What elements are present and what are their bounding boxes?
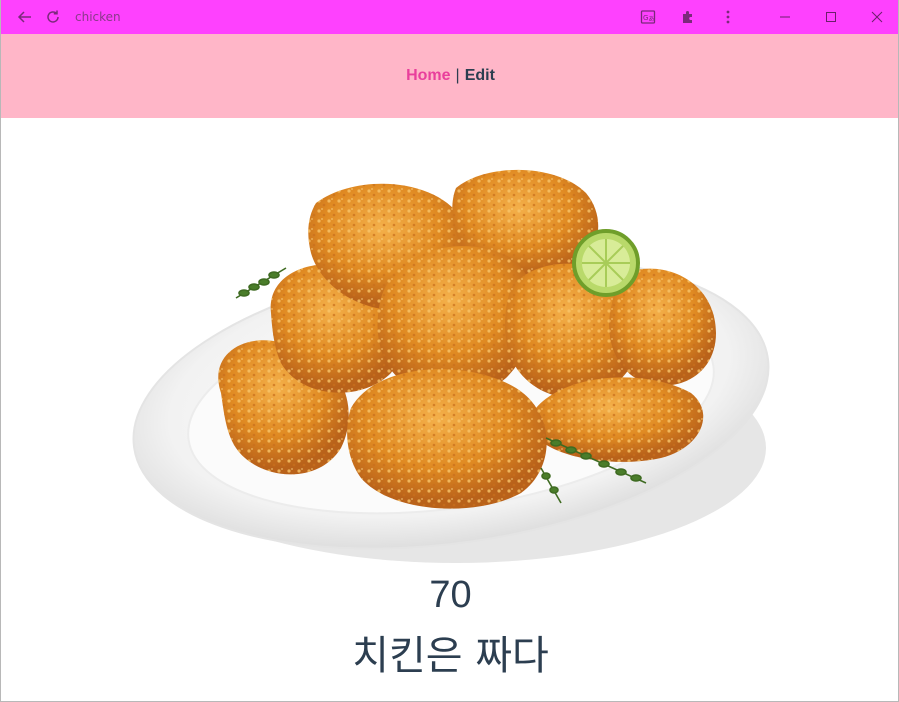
reload-icon (47, 10, 59, 23)
nav-edit-link[interactable]: Edit (465, 67, 495, 85)
window-title: chicken (75, 10, 121, 24)
translate-button[interactable]: G あ (634, 3, 662, 31)
extensions-button[interactable] (674, 3, 702, 31)
menu-button[interactable] (714, 3, 742, 31)
browser-window: chicken G あ Home | Edit 70 치킨은 짜다 (0, 0, 899, 702)
title-bar: chicken G あ (1, 0, 898, 34)
nav-home-link[interactable]: Home (406, 67, 450, 85)
close-button[interactable] (854, 0, 898, 34)
minimize-button[interactable] (762, 0, 808, 34)
svg-text:あ: あ (649, 16, 655, 23)
puzzle-icon (683, 11, 692, 23)
kebab-menu-icon (726, 10, 730, 24)
maximize-button[interactable] (808, 0, 854, 34)
nav-separator: | (455, 67, 460, 84)
close-icon (871, 11, 883, 23)
minimize-icon (780, 16, 790, 18)
fried-chicken-photo (132, 169, 770, 563)
translate-icon: G あ (640, 10, 656, 24)
reload-button[interactable] (39, 3, 67, 31)
top-nav: Home | Edit (1, 34, 898, 118)
arrow-left-icon (17, 11, 31, 23)
back-button[interactable] (11, 3, 39, 31)
maximize-icon (826, 12, 836, 22)
main-content: 70 치킨은 짜다 (1, 118, 898, 701)
item-description: 치킨은 짜다 (352, 633, 549, 679)
item-price: 70 (429, 574, 472, 616)
